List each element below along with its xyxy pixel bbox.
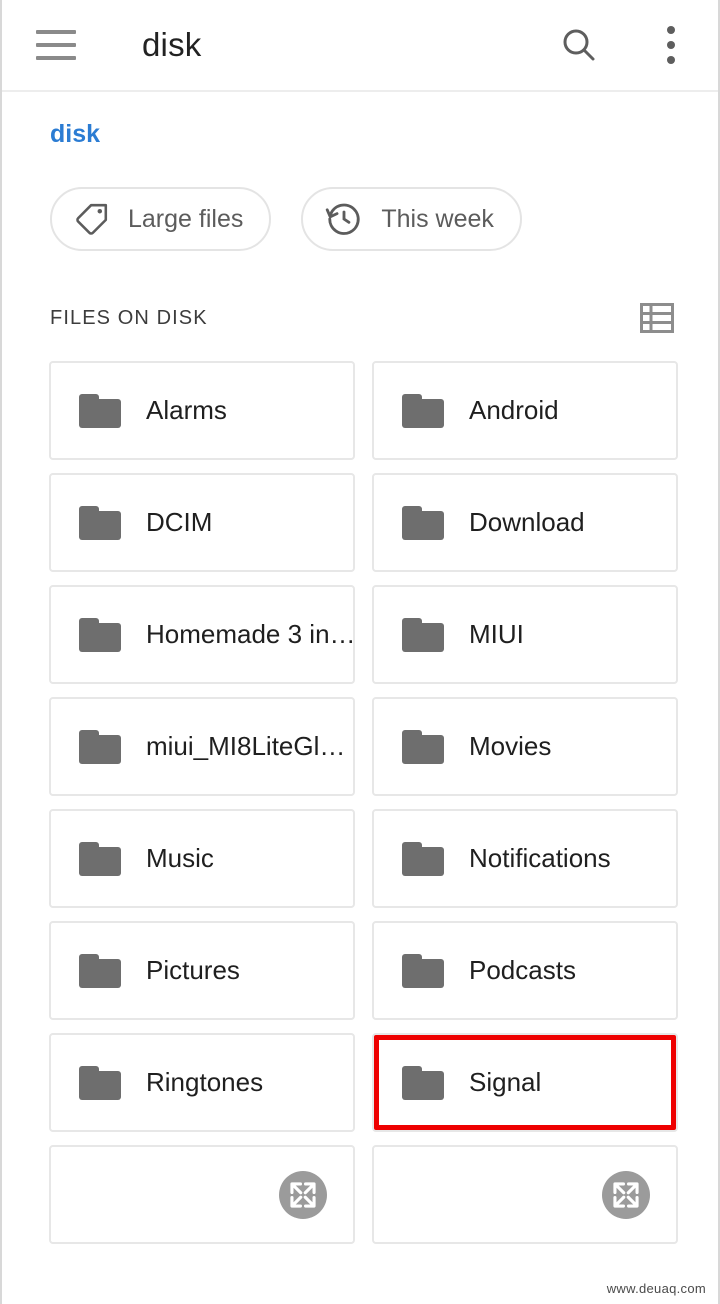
file-card-label: MIUI	[469, 619, 524, 649]
dot	[667, 56, 675, 64]
folder-icon	[402, 617, 444, 652]
hamburger-line	[36, 56, 76, 60]
file-card-label: miui_MI8LiteGl…	[146, 731, 346, 761]
expand-icon[interactable]	[279, 1170, 327, 1219]
history-icon	[326, 203, 361, 235]
file-card-download[interactable]: Download	[372, 473, 678, 572]
file-card-placeholder[interactable]	[372, 1145, 678, 1244]
file-card-label: Notifications	[469, 843, 611, 873]
file-card-label: Signal	[469, 1067, 542, 1097]
expand-icon[interactable]	[602, 1170, 650, 1219]
search-glyph	[563, 29, 595, 61]
file-grid: Alarms Android DCIM Download Homemade 3 in… M…	[2, 333, 718, 1244]
chip-label: Large files	[128, 204, 244, 233]
file-card-label: Pictures	[146, 955, 240, 985]
section-header: FILES ON DISK	[2, 251, 718, 333]
file-card-label: Homemade 3 in…	[146, 619, 353, 649]
file-card-notifications[interactable]: Notifications	[372, 809, 678, 908]
folder-icon	[79, 729, 121, 764]
folder-icon	[79, 1065, 121, 1100]
folder-icon	[79, 953, 121, 988]
chip-large-files[interactable]: Large files	[50, 187, 272, 251]
app-bar: disk	[2, 0, 718, 92]
hamburger-line	[36, 30, 76, 34]
section-title: FILES ON DISK	[50, 306, 208, 329]
file-card-ringtones[interactable]: Ringtones	[49, 1033, 355, 1132]
file-card-label: DCIM	[146, 507, 213, 537]
file-card-label: Music	[146, 843, 214, 873]
list-view-glyph	[640, 303, 674, 333]
chip-label: This week	[381, 204, 494, 233]
file-card-music[interactable]: Music	[49, 809, 355, 908]
file-card-placeholder[interactable]	[49, 1145, 355, 1244]
file-card-homemade-3-in[interactable]: Homemade 3 in…	[49, 585, 355, 684]
file-card-label: Ringtones	[146, 1067, 264, 1097]
file-card-android[interactable]: Android	[372, 361, 678, 460]
file-card-alarms[interactable]: Alarms	[49, 361, 355, 460]
breadcrumb: disk	[2, 92, 718, 149]
hamburger-menu-icon[interactable]	[36, 30, 76, 60]
list-view-icon[interactable]	[640, 303, 674, 333]
more-vertical-icon[interactable]	[648, 22, 694, 68]
file-card-movies[interactable]: Movies	[372, 697, 678, 796]
file-card-label: Android	[469, 395, 559, 425]
file-card-label: Movies	[469, 731, 552, 761]
folder-icon	[402, 505, 444, 540]
search-icon[interactable]	[556, 22, 602, 68]
file-card-miui[interactable]: MIUI	[372, 585, 678, 684]
dot	[667, 26, 675, 34]
watermark: www.deuaq.com	[606, 1281, 706, 1296]
breadcrumb-item-disk[interactable]: disk	[50, 120, 100, 148]
file-card-label: Download	[469, 507, 585, 537]
file-card-label: Alarms	[146, 395, 227, 425]
file-card-miui-mi8litegl[interactable]: miui_MI8LiteGl…	[49, 697, 355, 796]
folder-icon	[79, 505, 121, 540]
folder-icon	[79, 617, 121, 652]
folder-icon	[402, 393, 444, 428]
page-title: disk	[142, 26, 202, 63]
file-card-dcim[interactable]: DCIM	[49, 473, 355, 572]
expand-glyph	[290, 1181, 316, 1208]
chip-this-week[interactable]: This week	[301, 187, 522, 251]
tag-icon	[76, 203, 108, 235]
folder-icon	[79, 393, 121, 428]
file-card-podcasts[interactable]: Podcasts	[372, 921, 678, 1020]
file-card-pictures[interactable]: Pictures	[49, 921, 355, 1020]
folder-icon	[402, 841, 444, 876]
expand-glyph	[613, 1181, 639, 1208]
filter-chips: Large files This week	[2, 149, 718, 251]
overflow-dots	[667, 22, 675, 68]
file-card-label: Podcasts	[469, 955, 576, 985]
app-bar-actions	[556, 22, 694, 68]
folder-icon	[79, 841, 121, 876]
folder-icon	[402, 953, 444, 988]
file-card-signal[interactable]: Signal	[372, 1033, 678, 1132]
folder-icon	[402, 1065, 444, 1100]
dot	[667, 41, 675, 49]
folder-icon	[402, 729, 444, 764]
hamburger-line	[36, 43, 76, 47]
